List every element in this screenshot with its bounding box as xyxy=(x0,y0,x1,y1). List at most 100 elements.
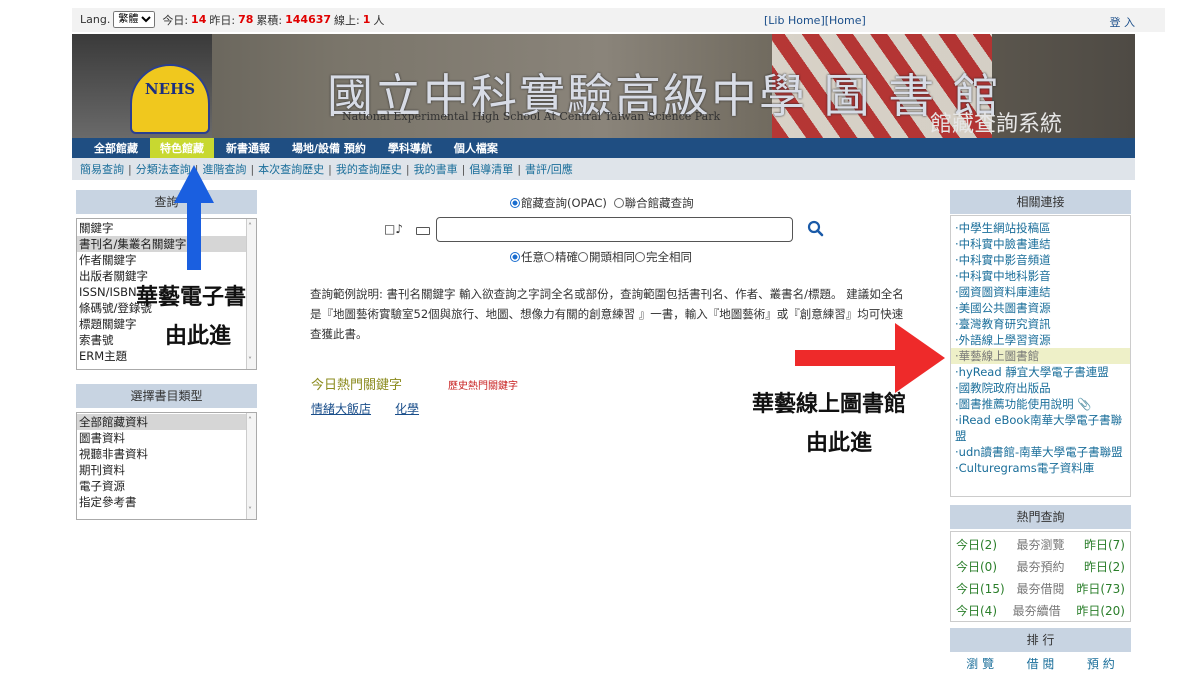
today-hot-keywords-title: 今日熱門關鍵字 xyxy=(311,378,403,393)
related-link[interactable]: ·Culturegrams電子資料庫 xyxy=(951,460,1130,476)
row-label: 最夯借閱 xyxy=(1016,582,1065,596)
logo-text: NEHS xyxy=(144,80,196,98)
annotation-airiti-library-line1: 華藝線上圖書館 xyxy=(752,392,907,417)
annotation-airiti-ebook-line2: 由此進 xyxy=(165,324,232,349)
subnav-session-history[interactable]: 本次查詢歷史 xyxy=(258,161,324,177)
match-prefix-label: 開頭相同 xyxy=(589,250,635,264)
ranking-col-browse[interactable]: 瀏 覽 xyxy=(966,655,994,675)
online-unit: 人 xyxy=(373,13,385,27)
related-link[interactable]: ·中學生網站投稿區 xyxy=(951,220,1130,236)
yesterday-count-link[interactable]: 昨日(20) xyxy=(1076,600,1125,622)
related-link[interactable]: ·美國公共圖書資源 xyxy=(951,300,1130,316)
match-exact-label: 精確 xyxy=(555,250,578,264)
related-link[interactable]: ·臺灣教育研究資訊 xyxy=(951,316,1130,332)
list-item[interactable]: 電子資源 xyxy=(77,478,256,494)
subnav-advocacy-list[interactable]: 倡導清單 xyxy=(469,161,513,177)
tab-new-books[interactable]: 新書通報 xyxy=(216,138,280,158)
lang-label: Lang. xyxy=(80,13,111,26)
list-item[interactable]: 關鍵字 xyxy=(77,220,256,236)
related-link[interactable]: ·圖書推薦功能使用說明 📎 xyxy=(951,396,1130,412)
related-link[interactable]: ·udn讀書館-南華大學電子書聯盟 xyxy=(951,444,1130,460)
opac-label: 館藏查詢(OPAC) xyxy=(521,196,607,210)
tab-all-collections[interactable]: 全部館藏 xyxy=(84,138,148,158)
music-note-icon[interactable]: □♪ xyxy=(384,222,403,236)
table-row: 今日(4) 最夯續借 昨日(20) xyxy=(951,600,1130,622)
keyboard-icon[interactable] xyxy=(416,227,430,235)
radio-match-any[interactable] xyxy=(510,252,520,262)
hot-keyword-link[interactable]: 化學 xyxy=(395,400,419,417)
subnav-reviews[interactable]: 書評/回應 xyxy=(525,161,573,177)
list-item[interactable]: 書刊名/集叢名關鍵字 xyxy=(77,236,256,252)
list-item[interactable]: ERM主題 xyxy=(77,348,256,364)
related-link[interactable]: ·iRead eBook南華大學電子書聯盟 xyxy=(951,412,1130,444)
radio-match-prefix[interactable] xyxy=(578,252,588,262)
search-mode-group: 館藏查詢(OPAC) 聯合館藏查詢 xyxy=(510,195,694,211)
hot-keyword-link[interactable]: 情緒大飯店 xyxy=(311,400,371,417)
online-count: 1 xyxy=(362,13,371,26)
banner-subtitle: National Experimental High School At Cen… xyxy=(342,110,721,123)
yesterday-count: 78 xyxy=(238,13,254,26)
annotation-airiti-library-line2: 由此進 xyxy=(806,431,873,456)
main-nav: 全部館藏 特色館藏 新書通報 場地/設備 預約 學科導航 個人檔案 xyxy=(72,138,1135,158)
ranking-columns: 瀏 覽 借 閱 預 約 xyxy=(950,655,1131,675)
list-item[interactable]: 指定參考書 xyxy=(77,494,256,510)
match-any-label: 任意 xyxy=(521,250,544,264)
subnav-my-history[interactable]: 我的查詢歷史 xyxy=(336,161,402,177)
related-link[interactable]: ·國資圖資料庫連結 xyxy=(951,284,1130,300)
match-mode-group: 任意 精確 開頭相同 完全相同 xyxy=(510,249,692,265)
hot-query-table: 今日(2) 最夯瀏覽 昨日(7) 今日(0) 最夯預約 昨日(2) 今日(15) 最夯借閱… xyxy=(950,531,1131,622)
blue-up-arrow xyxy=(174,165,214,270)
related-link[interactable]: ·外語線上學習資源 xyxy=(951,332,1130,348)
ranking-col-borrow[interactable]: 借 閱 xyxy=(1027,655,1055,675)
radio-opac[interactable] xyxy=(510,198,520,208)
related-link[interactable]: ·國教院政府出版品 xyxy=(951,380,1130,396)
tab-special-collections[interactable]: 特色館藏 xyxy=(150,138,214,158)
subnav-simple-search[interactable]: 簡易查詢 xyxy=(80,161,124,177)
union-label: 聯合館藏查詢 xyxy=(624,196,694,210)
related-link[interactable]: ·中科實中臉書連結 xyxy=(951,236,1130,252)
subnav-my-cart[interactable]: 我的書車 xyxy=(414,161,458,177)
search-input[interactable] xyxy=(436,217,793,242)
search-icon[interactable] xyxy=(806,220,826,238)
radio-match-exact[interactable] xyxy=(544,252,554,262)
home-link[interactable]: [Home] xyxy=(825,14,866,27)
lib-home-link[interactable]: [Lib Home] xyxy=(764,14,825,27)
scrollbar[interactable] xyxy=(246,219,256,369)
ranking-header: 排 行 xyxy=(950,628,1131,652)
related-link[interactable]: ·hyRead 靜宜大學電子書連盟 xyxy=(951,364,1130,380)
record-type-list[interactable]: 全部館藏資料 圖書資料 視聽非書資料 期刊資料 電子資源 指定參考書 xyxy=(76,412,257,520)
list-item[interactable]: 全部館藏資料 xyxy=(77,414,256,430)
related-link-airiti-library[interactable]: ·華藝線上圖書館 xyxy=(951,348,1130,364)
related-link[interactable]: ·中科實中影音頻道 xyxy=(951,252,1130,268)
annotation-airiti-ebook-line1: 華藝電子書 xyxy=(136,285,247,310)
list-item[interactable]: 作者關鍵字 xyxy=(77,252,256,268)
sub-nav: 簡易查詢 | 分類法查詢 | 進階查詢 | 本次查詢歷史 | 我的查詢歷史 | 我的書車 |… xyxy=(72,158,1135,180)
today-count-link[interactable]: 今日(15) xyxy=(956,578,1005,600)
today-count-link[interactable]: 今日(0) xyxy=(956,556,997,578)
list-item[interactable]: 視聽非書資料 xyxy=(77,446,256,462)
yesterday-count-link[interactable]: 昨日(7) xyxy=(1084,534,1125,556)
table-row: 今日(2) 最夯瀏覽 昨日(7) xyxy=(951,534,1130,556)
list-item[interactable]: 期刊資料 xyxy=(77,462,256,478)
tab-profile[interactable]: 個人檔案 xyxy=(444,138,508,158)
yesterday-count-link[interactable]: 昨日(2) xyxy=(1084,556,1125,578)
tab-venue-booking[interactable]: 場地/設備 預約 xyxy=(282,138,376,158)
radio-match-full[interactable] xyxy=(635,252,645,262)
ranking-col-reserve[interactable]: 預 約 xyxy=(1087,655,1115,675)
row-label: 最夯預約 xyxy=(1016,560,1065,574)
yesterday-count-link[interactable]: 昨日(73) xyxy=(1076,578,1125,600)
related-link[interactable]: ·中科實中地科影音 xyxy=(951,268,1130,284)
scrollbar[interactable] xyxy=(246,413,256,519)
radio-union[interactable] xyxy=(613,198,624,208)
today-count-link[interactable]: 今日(2) xyxy=(956,534,997,556)
match-full-label: 完全相同 xyxy=(646,250,692,264)
history-hot-keywords-link[interactable]: 歷史熱門關鍵字 xyxy=(448,377,518,392)
today-count-link[interactable]: 今日(4) xyxy=(956,600,997,622)
tab-subject-guide[interactable]: 學科導航 xyxy=(378,138,442,158)
banner: NEHS 國立中科實驗高級中學 圖 書 館 National Experimen… xyxy=(72,34,1135,138)
login-link[interactable]: 登 入 xyxy=(1110,14,1136,30)
table-row: 今日(15) 最夯借閱 昨日(73) xyxy=(951,578,1130,600)
language-select[interactable]: 繁體 xyxy=(113,11,156,28)
online-label: 線上: xyxy=(334,13,360,27)
list-item[interactable]: 圖書資料 xyxy=(77,430,256,446)
